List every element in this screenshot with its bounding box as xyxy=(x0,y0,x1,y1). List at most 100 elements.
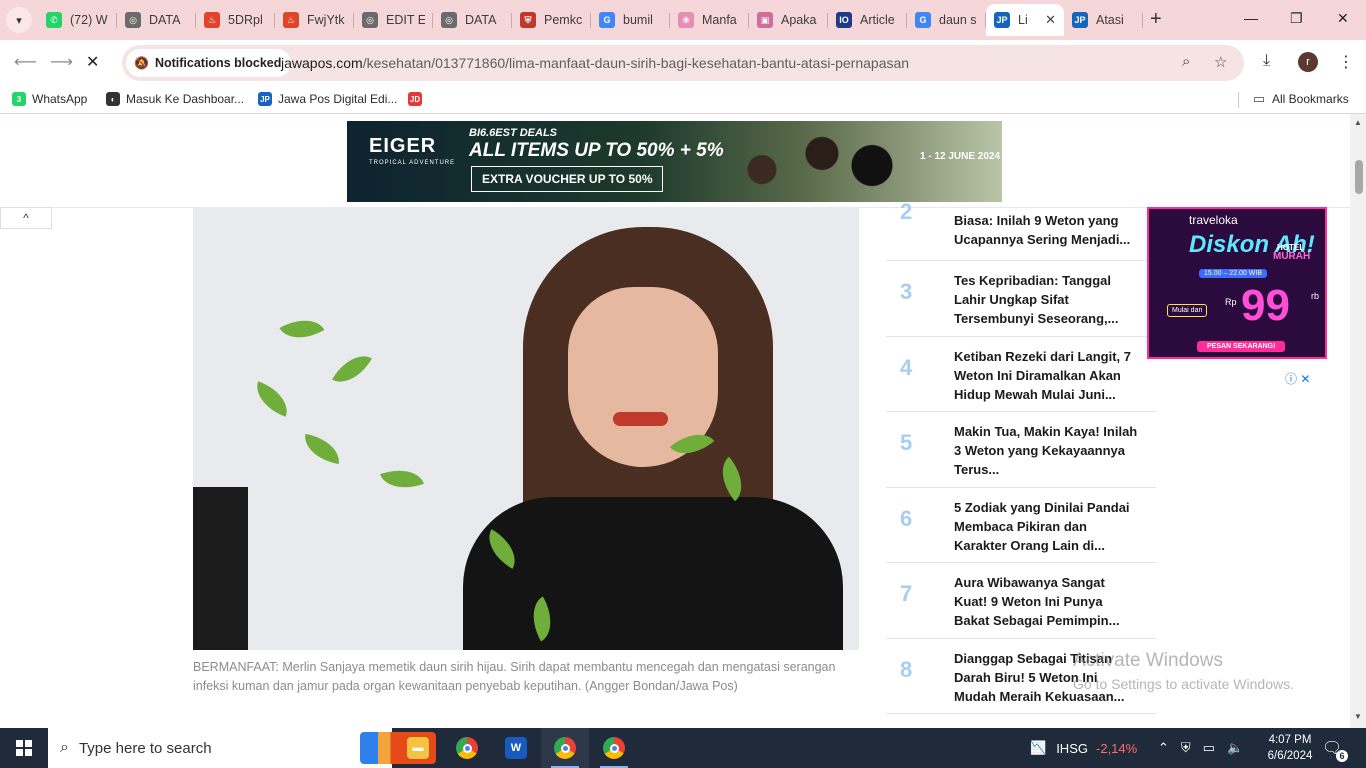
back-button[interactable]: ⟵ xyxy=(14,52,37,72)
ihsg-widget[interactable]: 📉 IHSG -2,14% xyxy=(1030,728,1137,768)
clock-date: 6/6/2024 xyxy=(1267,750,1313,762)
zoom-icon[interactable]: ⌕ xyxy=(1182,53,1190,70)
trending-title[interactable]: Aura Wibawanya Sangat Kuat! 9 Weton Ini … xyxy=(954,573,1140,630)
photo-leaf xyxy=(301,433,343,465)
profile-avatar[interactable]: r xyxy=(1298,52,1318,72)
volume-icon[interactable]: 🔈 xyxy=(1227,740,1243,756)
tab-search-button[interactable]: ▾ xyxy=(6,7,32,33)
trending-item[interactable]: 4 Ketiban Rezeki dari Langit, 7 Weton Ini… xyxy=(886,337,1156,412)
browser-tab[interactable]: ⛨ Pemkc xyxy=(512,4,591,36)
eiger-ad-banner[interactable]: EIGER TROPICAL ADVENTURE BI6.6EST DEALS … xyxy=(347,121,1002,202)
ad-voucher-label: EXTRA VOUCHER UP TO 50% xyxy=(471,166,664,192)
minimize-button[interactable]: — xyxy=(1244,10,1258,26)
trending-rank: 2 xyxy=(900,199,913,224)
browser-tab[interactable]: ♨ 5DRpl xyxy=(196,4,275,36)
trending-item[interactable]: 7 Aura Wibawanya Sangat Kuat! 9 Weton Ini… xyxy=(886,563,1156,639)
tab-close-icon[interactable]: ✕ xyxy=(1045,12,1056,28)
new-tab-button[interactable]: + xyxy=(1150,9,1162,29)
bookmarks-separator xyxy=(1238,92,1239,108)
trending-item[interactable]: 3 Tes Kepribadian: Tanggal Lahir Ungkap S… xyxy=(886,261,1156,337)
photo-plant-pot xyxy=(193,487,248,650)
browser-tab[interactable]: JP Li ✕ xyxy=(986,4,1064,36)
all-bookmarks-button[interactable]: ▭ All Bookmarks xyxy=(1252,91,1349,106)
url-text[interactable]: jawapos.com/kesehatan/013771860/lima-man… xyxy=(281,55,909,71)
trending-item[interactable]: 2 Biasa: Inilah 9 Weton yang Ucapannya Se… xyxy=(886,199,1156,261)
whatsapp-icon: ✆ xyxy=(46,12,62,28)
arrow-left-icon: ⟵ xyxy=(14,54,37,71)
browser-tab[interactable]: IO Article xyxy=(828,4,907,36)
chevron-up-icon[interactable]: ⌃ xyxy=(1158,740,1169,756)
bookmark-star-icon[interactable]: ☆ xyxy=(1214,53,1227,71)
download-icon[interactable]: ⤓ xyxy=(1263,52,1270,70)
browser-tab[interactable]: JP Atasi xyxy=(1064,4,1143,36)
ad-date-label: 1 - 12 JUNE 2024 xyxy=(920,151,1001,162)
system-tray: ⌃ ⛨ ▭ 🔈 xyxy=(1158,728,1243,768)
taskbar-search-box[interactable]: ⌕ Type here to search xyxy=(48,728,436,768)
notifications-blocked-chip[interactable]: 🔕 Notifications blocked xyxy=(126,49,292,77)
chevron-up-icon: ^ xyxy=(23,211,29,225)
bookmark-item[interactable]: JP Jawa Pos Digital Edi... xyxy=(258,92,397,106)
ad-brand-name: EIGER xyxy=(369,135,437,157)
browser-tab[interactable]: Gdaun s xyxy=(907,4,986,36)
bookmark-item[interactable]: ◐ Masuk Ke Dashboar... xyxy=(106,92,244,106)
more-menu-icon[interactable]: ⋮ xyxy=(1338,52,1354,72)
scroll-thumb[interactable] xyxy=(1355,160,1363,194)
taskbar-app[interactable] xyxy=(443,728,491,768)
browser-tab[interactable]: ▣ Apaka xyxy=(749,4,828,36)
scroll-top-button[interactable]: ^ xyxy=(0,207,52,229)
maximize-button[interactable]: ❐ xyxy=(1290,10,1303,27)
browser-tab[interactable]: ◎ DATA xyxy=(117,4,196,36)
bookmark-label: Masuk Ke Dashboar... xyxy=(126,92,245,106)
bookmark-item[interactable]: 3 WhatsApp xyxy=(12,92,87,106)
bookmark-item[interactable]: JD xyxy=(408,92,428,106)
stop-loading-button[interactable]: ✕ xyxy=(86,52,99,72)
trending-item[interactable]: 5 Makin Tua, Makin Kaya! Inilah 3 Weton y… xyxy=(886,412,1156,488)
tab-title: Atasi xyxy=(1096,13,1124,27)
trending-title[interactable]: Ketiban Rezeki dari Langit, 7 Weton Ini … xyxy=(954,347,1140,404)
notification-count-badge: 6 xyxy=(1336,750,1348,762)
trending-item[interactable]: 6 5 Zodiak yang Dinilai Pandai Membaca Pi… xyxy=(886,488,1156,563)
address-bar[interactable]: 🔕 Notifications blocked jawapos.com/kese… xyxy=(122,45,1244,81)
ad-choices-icon[interactable]: ⓘ ✕ xyxy=(1285,370,1310,387)
scroll-down-arrow-icon[interactable]: ▼ xyxy=(1354,712,1362,721)
trending-rank: 4 xyxy=(900,354,913,380)
ad-brand-sub: TROPICAL ADVENTURE xyxy=(369,160,456,166)
activate-windows-watermark: Activate Windows Go to Settings to activ… xyxy=(1073,650,1294,692)
tab-title: Li xyxy=(1018,13,1028,27)
browser-tab[interactable]: ◎ EDIT E xyxy=(354,4,433,36)
forward-button[interactable]: ⟶ xyxy=(50,52,73,72)
trending-title[interactable]: Biasa: Inilah 9 Weton yang Ucapannya Ser… xyxy=(954,211,1140,249)
taskbar-app[interactable]: ▬ xyxy=(394,728,442,768)
browser-tab[interactable]: ❀ Manfa xyxy=(670,4,749,36)
side-ad-price-suffix: rb xyxy=(1311,291,1320,301)
close-window-button[interactable]: ✕ xyxy=(1337,10,1349,27)
windows-logo-icon xyxy=(16,740,32,756)
ad-items-label: ALL ITEMS UP TO 50% + 5% xyxy=(469,140,724,161)
start-button[interactable] xyxy=(0,728,48,768)
taskbar-app[interactable] xyxy=(590,728,638,768)
trending-rank: 6 xyxy=(900,505,913,531)
page-scrollbar[interactable]: ▲ ▼ xyxy=(1350,114,1366,728)
url-path: /kesehatan/013771860/lima-manfaat-daun-s… xyxy=(362,55,910,71)
browser-tab[interactable]: Gbumil xyxy=(591,4,670,36)
security-icon[interactable]: ⛨ xyxy=(1181,740,1191,756)
trending-title[interactable]: Makin Tua, Makin Kaya! Inilah 3 Weton ya… xyxy=(954,422,1140,479)
activate-windows-title: Activate Windows xyxy=(1073,650,1223,671)
arrow-right-icon: ⟶ xyxy=(50,54,73,71)
trending-list: 2 Biasa: Inilah 9 Weton yang Ucapannya Se… xyxy=(886,199,1156,714)
network-icon[interactable]: ▭ xyxy=(1203,740,1215,756)
traveloka-ad[interactable]: traveloka Diskon Ah! HOTEL MURAH 15.00 –… xyxy=(1147,207,1327,359)
taskbar-app[interactable]: W xyxy=(492,728,540,768)
jdih-icon: JD xyxy=(408,92,422,106)
taskbar-app[interactable] xyxy=(541,728,589,768)
browser-tab[interactable]: ♨ FwjYtk xyxy=(275,4,354,36)
trending-rank: 7 xyxy=(900,581,913,606)
browser-tab[interactable]: ✆ (72) W xyxy=(38,4,117,36)
trending-title[interactable]: Tes Kepribadian: Tanggal Lahir Ungkap Si… xyxy=(954,271,1140,328)
windows-taskbar: ⌕ Type here to search ▬ W 📉 IHSG -2,14% ⌃… xyxy=(0,728,1366,768)
trending-title[interactable]: 5 Zodiak yang Dinilai Pandai Membaca Pik… xyxy=(954,498,1140,555)
browser-tab[interactable]: ◎ DATA xyxy=(433,4,512,36)
taskbar-clock[interactable]: 4:07 PM 6/6/2024 xyxy=(1258,732,1322,764)
trending-rank: 3 xyxy=(900,279,913,304)
scroll-up-arrow-icon[interactable]: ▲ xyxy=(1354,118,1362,127)
